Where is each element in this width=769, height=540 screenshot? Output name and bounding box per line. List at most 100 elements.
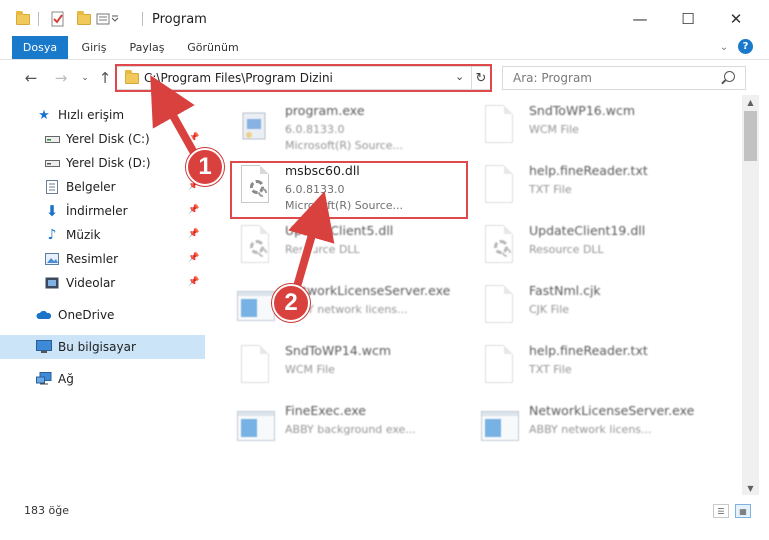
step-1-badge: 1 (186, 148, 224, 186)
network-icon (36, 371, 52, 387)
pin-icon[interactable]: 📌 (188, 253, 199, 263)
properties-icon[interactable] (50, 9, 66, 29)
expand-ribbon-icon[interactable]: ⌄ (716, 36, 732, 59)
file-detail: ABBY network licens... (529, 423, 652, 436)
customize-qat-icon[interactable] (96, 9, 122, 29)
file-name: SndToWP14.wcm (285, 343, 391, 358)
sidebar-item-network[interactable]: Ağ (0, 367, 205, 391)
file-detail: Resource DLL (285, 243, 360, 256)
document-icon (481, 343, 515, 387)
file-detail: Resource DLL (529, 243, 604, 256)
help-icon[interactable]: ? (738, 39, 753, 54)
file-detail: WCM File (529, 123, 579, 136)
dll-gear-icon (237, 223, 271, 267)
scrollbar-thumb[interactable] (744, 111, 757, 161)
cloud-icon (36, 307, 52, 323)
pin-icon[interactable]: 📌 (188, 205, 199, 215)
file-detail: TXT File (529, 183, 572, 196)
drive-icon (44, 155, 60, 171)
forward-arrow-icon[interactable]: → (50, 67, 72, 89)
sidebar-item-label: Bu bilgisayar (58, 340, 136, 354)
window-title: Program (152, 12, 207, 27)
file-highlight (230, 161, 468, 219)
file-item[interactable]: FineExec.exe ABBY background exe... (235, 397, 480, 455)
file-item[interactable]: FastNml.cjk CJK File (479, 277, 724, 335)
file-detail: WCM File (285, 363, 335, 376)
sidebar-item-label: Yerel Disk (C:) (66, 132, 150, 146)
pictures-icon (44, 251, 60, 267)
pin-icon[interactable]: 📌 (188, 277, 199, 287)
sidebar-item-this-pc[interactable]: Bu bilgisayar (0, 335, 205, 359)
file-detail: Microsoft(R) Source... (285, 139, 404, 152)
up-arrow-icon[interactable]: ↑ (94, 67, 116, 89)
navigation-pane: ★ Hızlı erişim Yerel Disk (C:) 📌 Yerel D… (0, 95, 206, 495)
details-view-icon[interactable]: ☰ (713, 504, 729, 518)
sidebar-item-local-disk-c[interactable]: Yerel Disk (C:) 📌 (0, 127, 205, 151)
close-button[interactable]: ✕ (718, 6, 754, 32)
tab-view[interactable]: Görünüm (180, 36, 246, 59)
tiles-view-icon[interactable]: ▦ (735, 504, 751, 518)
star-icon: ★ (38, 107, 50, 123)
sidebar-item-documents[interactable]: Belgeler 📌 (0, 175, 205, 199)
videos-icon (44, 275, 60, 291)
scroll-down-icon[interactable]: ▼ (742, 481, 759, 495)
sidebar-item-label: Belgeler (66, 180, 116, 194)
new-folder-icon[interactable] (73, 9, 91, 29)
recent-locations-icon[interactable]: ⌄ (74, 67, 96, 89)
sidebar-item-onedrive[interactable]: OneDrive (0, 303, 205, 327)
status-bar: 183 öğe ☰ ▦ (0, 500, 769, 524)
back-arrow-icon[interactable]: ← (20, 67, 42, 89)
file-item[interactable]: program.exe 6.0.8133.0 Microsoft(R) Sour… (235, 97, 480, 155)
sidebar-item-quick-access[interactable]: ★ Hızlı erişim (0, 103, 205, 127)
sidebar-item-pictures[interactable]: Resimler 📌 (0, 247, 205, 271)
sidebar-item-label: OneDrive (58, 308, 115, 322)
divider (38, 12, 39, 26)
maximize-button[interactable]: ☐ (670, 6, 706, 32)
music-icon: ♪ (47, 227, 57, 243)
sidebar-item-downloads[interactable]: ⬇ İndirmeler 📌 (0, 199, 205, 223)
sidebar-item-local-disk-d[interactable]: Yerel Disk (D:) (0, 151, 205, 175)
pin-icon[interactable]: 📌 (188, 229, 199, 239)
file-name: SndToWP16.wcm (529, 103, 635, 118)
search-input[interactable]: Ara: Program (502, 66, 746, 90)
step-2-badge: 2 (272, 284, 310, 322)
file-item[interactable]: SndToWP16.wcm WCM File (479, 97, 724, 155)
file-item[interactable]: help.fineReader.txt TXT File (479, 337, 724, 395)
sidebar-item-music[interactable]: ♪ Müzik 📌 (0, 223, 205, 247)
exe-setup-icon (237, 103, 271, 147)
file-name: FineExec.exe (285, 403, 366, 418)
tab-home[interactable]: Giriş (74, 36, 114, 59)
item-count: 183 öğe (24, 504, 69, 517)
drive-icon (44, 131, 60, 147)
file-name: NetworkLicenseServer.exe (529, 403, 695, 418)
file-item[interactable]: NetworkLicenseServer.exe ABBY network li… (479, 397, 724, 455)
file-name: help.fineReader.txt (529, 343, 648, 358)
tab-file[interactable]: Dosya (12, 36, 68, 59)
documents-icon (44, 179, 60, 195)
sidebar-item-label: İndirmeler (66, 204, 128, 218)
download-icon: ⬇ (45, 202, 59, 220)
file-item[interactable]: UpdateClient19.dll Resource DLL (479, 217, 724, 275)
sidebar-item-label: Müzik (66, 228, 101, 242)
file-item[interactable]: SndToWP14.wcm WCM File (235, 337, 480, 395)
document-icon (481, 163, 515, 207)
file-detail: CJK File (529, 303, 570, 316)
folder-icon (8, 9, 30, 29)
file-item[interactable]: help.fineReader.txt TXT File (479, 157, 724, 215)
search-icon (724, 71, 735, 82)
pin-icon[interactable]: 📌 (188, 133, 199, 143)
file-item[interactable]: UpdateClient5.dll Resource DLL (235, 217, 480, 275)
minimize-button[interactable]: — (622, 6, 658, 32)
ribbon-tabs: Dosya Giriş Paylaş Görünüm ⌄ ? (0, 36, 769, 60)
sidebar-item-videos[interactable]: Videolar 📌 (0, 271, 205, 295)
document-icon (481, 103, 515, 147)
exe-window-icon (481, 403, 519, 447)
sidebar-item-label: Yerel Disk (D:) (66, 156, 151, 170)
file-name: help.fineReader.txt (529, 163, 648, 178)
search-placeholder: Ara: Program (513, 71, 592, 85)
vertical-scrollbar[interactable]: ▲ ▼ (742, 95, 759, 495)
sidebar-item-label: Ağ (58, 372, 74, 386)
scroll-up-icon[interactable]: ▲ (742, 95, 759, 109)
document-icon (237, 343, 271, 387)
tab-share[interactable]: Paylaş (122, 36, 172, 59)
